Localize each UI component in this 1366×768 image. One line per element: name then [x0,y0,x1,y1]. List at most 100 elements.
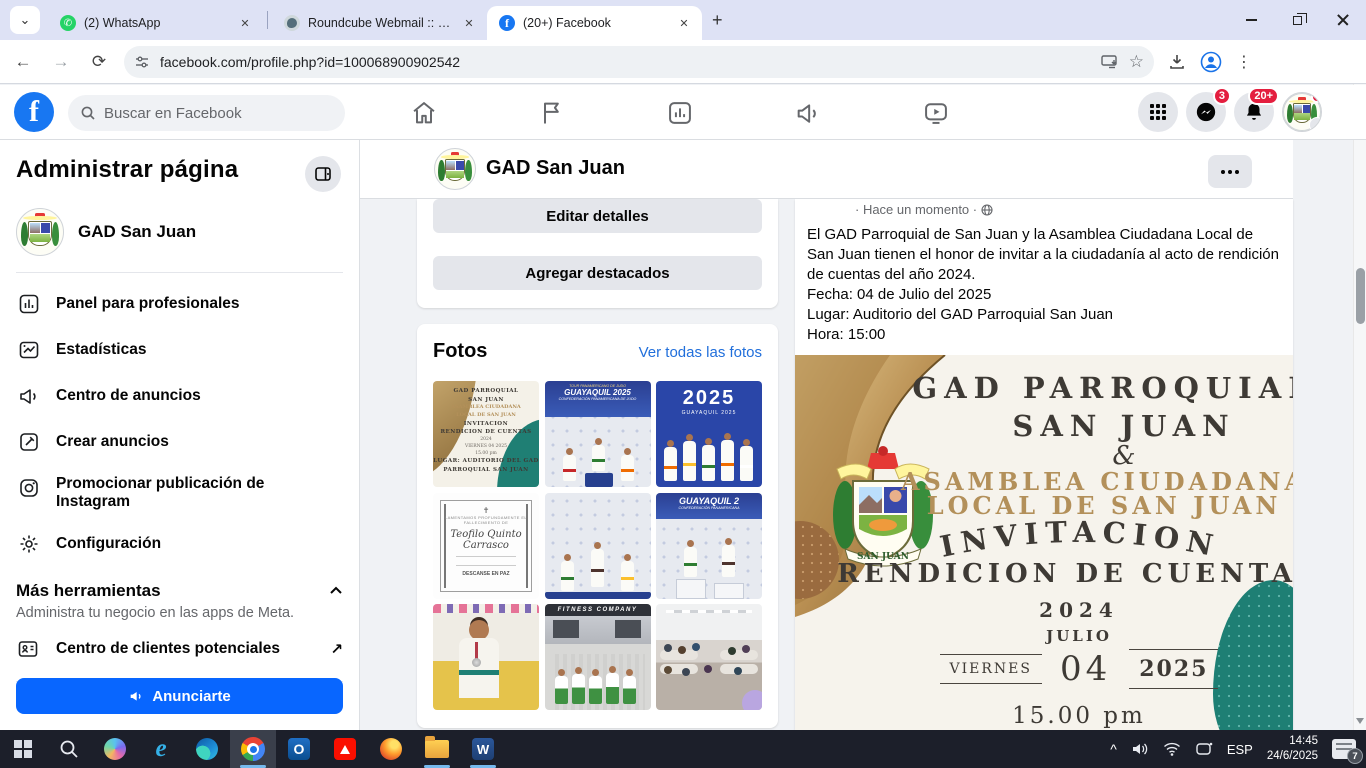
pages-flag-icon[interactable] [538,99,566,127]
photo-thumbnail-medalist[interactable] [433,604,539,710]
invitation-day-name: VIERNES [940,654,1042,684]
photo-thumbnail-event-hall[interactable] [656,604,762,710]
reload-button[interactable]: ⟳ [84,47,114,77]
sidebar-collapse-button[interactable] [305,156,341,192]
judoka-art [683,441,696,481]
post-image-invitation[interactable]: SAN JUAN GAD PARROQUIAL SAN JUAN & ASAMB… [795,355,1293,730]
sidebar-item-label: Panel para profesionales [56,295,240,313]
sidebar-item-panel-profesionales[interactable]: Panel para profesionales [16,281,343,327]
page-avatar[interactable] [434,148,476,190]
messenger-button[interactable]: 3 [1186,92,1226,132]
insights-icon[interactable] [666,99,694,127]
sidebar-title: Administrar página [16,156,343,184]
notification-badge: 7 [1347,748,1363,764]
podium-art [585,473,613,487]
sidebar-item-configuracion[interactable]: Configuración [16,521,343,567]
volume-icon[interactable] [1131,741,1149,757]
kid-art [623,676,636,704]
ellipsis-icon [1221,170,1225,174]
scroll-down-arrow[interactable] [1356,718,1364,724]
post-timestamp[interactable]: · Hace un momento · [855,202,1293,217]
tab-whatsapp[interactable]: ✆ (2) WhatsApp ✕ [48,6,263,40]
ads-megaphone-icon[interactable] [794,99,822,127]
bunting-art [433,604,539,613]
invitation-month: JULIO [830,627,1293,645]
sidebar-page-row[interactable]: GAD San Juan [16,208,343,256]
wifi-icon[interactable] [1163,742,1181,756]
photo-thumbnail-invitation[interactable]: GAD PARROQUIAL SAN JUAN ASAMBLEA CIUDADA… [433,381,539,487]
outlook-button[interactable]: O [276,730,322,768]
tab-close-button[interactable]: ✕ [461,15,477,31]
firefox-button[interactable] [368,730,414,768]
close-window-button[interactable] [1320,0,1366,40]
add-featured-button[interactable]: Agregar destacados [433,256,762,290]
divider [16,272,343,273]
tray-expand-chevron[interactable]: ^ [1110,741,1117,757]
sidebar-toggle-icon [314,165,332,183]
apps-menu-button[interactable] [1138,92,1178,132]
tab-close-button[interactable]: ✕ [237,15,253,31]
scrollbar-thumb[interactable] [1356,268,1365,324]
tab-roundcube[interactable]: Roundcube Webmail :: Entrada ✕ [272,6,487,40]
bookmark-star-icon[interactable]: ☆ [1129,52,1144,72]
copilot-button[interactable] [92,730,138,768]
new-tab-button[interactable]: + [712,10,723,31]
acrobat-button[interactable] [322,730,368,768]
photo-thumbnail-women-podium[interactable] [545,493,651,599]
invitation-subtitle: RENDICION DE CUENTAS [830,559,1293,589]
more-tools-header[interactable]: Más herramientas [16,581,343,601]
notification-center-button[interactable]: 7 [1332,739,1356,759]
taskbar-search-button[interactable] [46,730,92,768]
home-icon[interactable] [410,99,438,127]
install-icon[interactable] [1101,54,1119,70]
page-scrollbar[interactable] [1353,84,1366,730]
sidebar-item-promocionar-instagram[interactable]: Promocionar publicación de Instagram [16,465,343,521]
notifications-button[interactable]: 20+ [1234,92,1274,132]
start-button[interactable] [0,730,46,768]
photo-thumbnail-condolence[interactable]: ✝ LAMENTAMOS PROFUNDAMENTE EL FALLECIMIE… [433,493,539,599]
medal-art [472,658,481,667]
sidebar-item-centro-anuncios[interactable]: Centro de anuncios [16,373,343,419]
back-button[interactable]: ← [8,47,38,77]
edge-button[interactable] [184,730,230,768]
profile-icon[interactable] [1200,51,1222,73]
tab-search-button[interactable]: ⌄ [10,6,40,34]
chrome-button[interactable] [230,730,276,768]
account-button[interactable]: ⌄ [1282,92,1322,132]
address-bar[interactable]: facebook.com/profile.php?id=100068900902… [124,46,1154,78]
browser-menu-icon[interactable]: ⋮ [1236,52,1252,72]
edit-details-button[interactable]: Editar detalles [433,199,762,233]
facebook-search[interactable] [68,95,345,131]
word-button[interactable]: W [460,730,506,768]
sidebar-item-estadisticas[interactable]: Estadísticas [16,327,343,373]
photo-thumbnail-judo-team[interactable]: 2025 GUAYAQUIL 2025 [656,381,762,487]
facebook-logo[interactable]: f [14,92,54,132]
advertise-button[interactable]: Anunciarte [16,678,343,714]
sidebar-item-crear-anuncios[interactable]: Crear anuncios [16,419,343,465]
thumb-text: 2025 [656,381,762,410]
see-all-photos-link[interactable]: Ver todas las fotos [639,344,762,361]
tab-facebook-active[interactable]: f (20+) Facebook ✕ [487,6,702,40]
cast-icon[interactable] [1195,741,1213,757]
sidebar-item-clientes-potenciales[interactable]: Centro de clientes potenciales ↗ [16,637,343,661]
external-link-icon: ↗ [330,640,343,658]
thumb-text: 2024 [433,437,539,444]
downloads-icon[interactable] [1168,53,1186,71]
taskbar-clock[interactable]: 14:45 24/6/2025 [1267,734,1318,764]
minimize-button[interactable] [1228,0,1274,40]
internet-explorer-button[interactable]: e [138,730,184,768]
page-more-button[interactable] [1208,155,1252,188]
file-explorer-button[interactable] [414,730,460,768]
search-input[interactable] [104,105,314,122]
judoka-art [722,545,735,577]
language-indicator[interactable]: ESP [1227,742,1253,757]
video-icon[interactable] [922,99,950,127]
more-tools-title: Más herramientas [16,581,161,601]
banner-art: TOUR PANAMERICANO DE JUDO GUAYAQUIL 2025… [545,381,651,417]
tab-close-button[interactable]: ✕ [676,15,692,31]
photo-thumbnail-fitness-team[interactable]: FITNESS COMPANY [545,604,651,710]
restore-button[interactable] [1274,0,1320,40]
photo-thumbnail-podium-2[interactable]: GUAYAQUIL 2 CONFEDERACIÓN PANAMERICANA [656,493,762,599]
photo-thumbnail-judo-podium[interactable]: TOUR PANAMERICANO DE JUDO GUAYAQUIL 2025… [545,381,651,487]
forward-button[interactable]: → [46,47,76,77]
